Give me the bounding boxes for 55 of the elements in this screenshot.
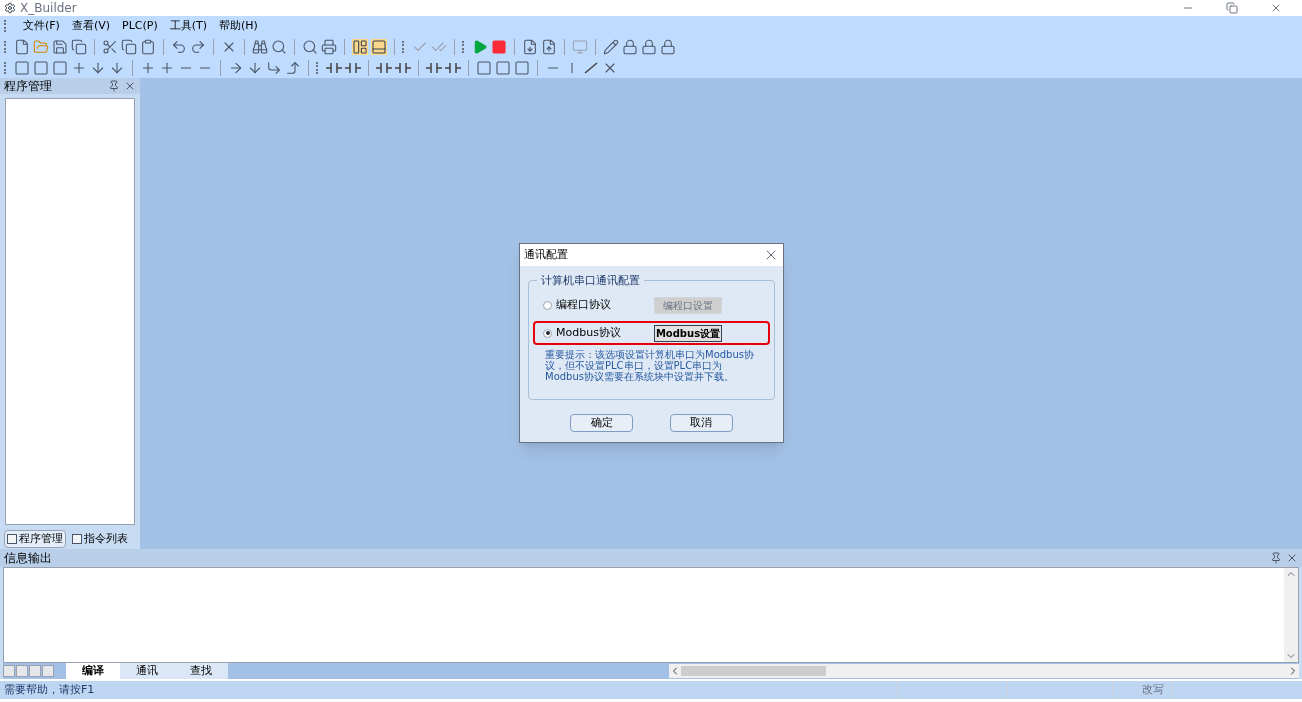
output-tab[interactable]: 通讯 bbox=[120, 663, 174, 679]
radio-button[interactable] bbox=[543, 328, 552, 338]
radio-button[interactable] bbox=[543, 300, 552, 310]
note-text: 重要提示：该选项设置计算机串口为Modbus协议，但不设置PLC串口，设置PLC串口为Modbus协议需要在系统块中设置并下载。 bbox=[544, 349, 755, 382]
new-file-icon[interactable] bbox=[14, 38, 30, 55]
restore-icon[interactable] bbox=[1226, 2, 1238, 14]
pencil-icon[interactable] bbox=[603, 38, 619, 55]
redo-icon[interactable] bbox=[190, 38, 206, 55]
menu-item[interactable]: 工具(T) bbox=[169, 17, 207, 35]
bottom-panel-icon[interactable] bbox=[371, 38, 387, 55]
panel-title: 信息输出 bbox=[4, 550, 52, 567]
panel-tab[interactable]: 程序管理 bbox=[4, 529, 66, 549]
corner-down-icon[interactable] bbox=[266, 59, 282, 76]
menu-item[interactable]: 文件(F) bbox=[23, 17, 60, 35]
panel-layout-icon[interactable] bbox=[352, 38, 368, 55]
cut-icon[interactable] bbox=[102, 38, 118, 55]
menu-item[interactable]: PLC(P) bbox=[122, 17, 158, 35]
dialog-button[interactable]: 取消 bbox=[669, 414, 733, 432]
dialog-title: 通讯配置 bbox=[524, 246, 568, 263]
corner-up-icon[interactable] bbox=[285, 59, 301, 76]
lock-icon[interactable] bbox=[622, 38, 638, 55]
status-help: 需要帮助，请按F1 bbox=[3, 681, 96, 698]
radio-label[interactable]: Modbus协议 bbox=[556, 324, 646, 342]
preview-icon[interactable] bbox=[302, 38, 318, 55]
upload-icon[interactable] bbox=[541, 38, 557, 55]
app-gear-icon bbox=[4, 2, 16, 14]
panel-tab[interactable]: 指令列表 bbox=[70, 530, 130, 548]
download-icon[interactable] bbox=[522, 38, 538, 55]
close-icon[interactable] bbox=[124, 80, 136, 92]
horizontal-scrollbar[interactable] bbox=[669, 664, 1299, 678]
run-icon[interactable] bbox=[472, 38, 488, 55]
settings-button[interactable]: Modbus设置 bbox=[654, 324, 722, 342]
undo-icon[interactable] bbox=[171, 38, 187, 55]
menu-item[interactable]: 查看(V) bbox=[71, 17, 111, 35]
slash-icon[interactable] bbox=[583, 59, 599, 76]
save-icon[interactable] bbox=[52, 38, 68, 55]
pin-icon[interactable] bbox=[108, 80, 120, 92]
stop-icon[interactable] bbox=[491, 38, 507, 55]
status-mode: 改写 bbox=[1112, 681, 1172, 699]
paste-icon[interactable] bbox=[140, 38, 156, 55]
copy-icon[interactable] bbox=[121, 38, 137, 55]
binoculars-icon[interactable] bbox=[252, 38, 268, 55]
pages-icon[interactable] bbox=[71, 38, 87, 55]
search-icon[interactable] bbox=[271, 38, 287, 55]
dialog-button[interactable]: 确定 bbox=[570, 414, 634, 432]
window-title: X_Builder bbox=[20, 0, 77, 17]
output-tab[interactable]: 编译 bbox=[66, 663, 120, 679]
output-tab[interactable]: 查找 bbox=[174, 663, 228, 679]
menu-item[interactable]: 帮助(H) bbox=[219, 17, 258, 35]
pin-icon[interactable] bbox=[1270, 552, 1282, 564]
panel-title: 程序管理 bbox=[4, 78, 52, 95]
radio-label[interactable]: 编程口协议 bbox=[556, 296, 646, 314]
print-icon[interactable] bbox=[321, 38, 337, 55]
close-icon[interactable] bbox=[1286, 552, 1298, 564]
close-icon[interactable] bbox=[1270, 2, 1282, 14]
